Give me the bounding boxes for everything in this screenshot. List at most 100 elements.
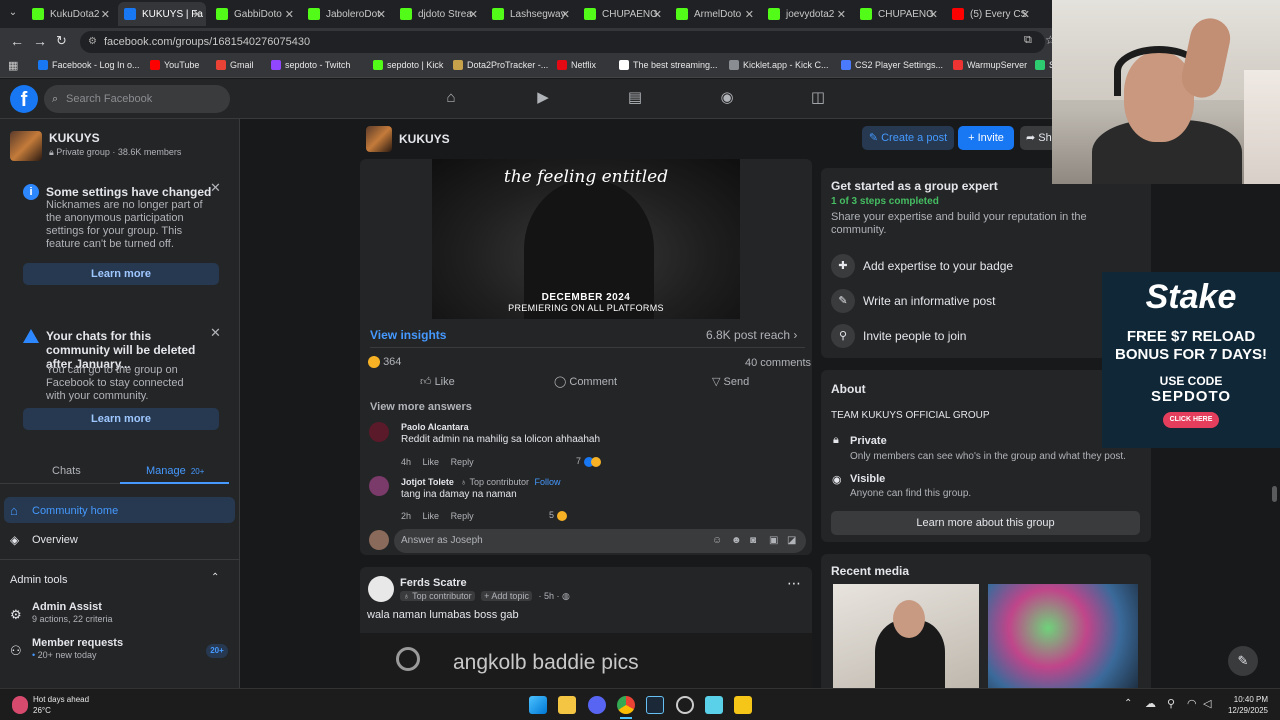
- create-post-button[interactable]: ✎ Create a post: [862, 126, 954, 150]
- bookmark-item[interactable]: Kicklet.app - Kick C...: [729, 60, 829, 70]
- group-avatar[interactable]: [10, 131, 42, 161]
- weather-widget[interactable]: Hot days ahead 26°C: [33, 694, 89, 716]
- browser-tab[interactable]: Lashsegway ✕: [486, 2, 574, 26]
- browser-tab[interactable]: KUKUYS | Fa ✕: [118, 2, 206, 26]
- browser-tab[interactable]: joevydota2 ✕: [762, 2, 850, 26]
- forward-icon[interactable]: →: [33, 33, 47, 49]
- comment-reactions[interactable]: 7: [576, 456, 601, 467]
- bookmark-item[interactable]: YouTube: [150, 60, 199, 70]
- marketplace-nav-icon[interactable]: ▤: [626, 89, 644, 107]
- discord-icon[interactable]: [588, 696, 606, 714]
- sticker-icon[interactable]: ◪: [787, 529, 796, 553]
- tray-app-icon[interactable]: ☁: [1145, 697, 1156, 710]
- emoji-icon[interactable]: ☻: [731, 529, 742, 553]
- answer-input[interactable]: Answer as Joseph ☺ ☻ ◙ ▣ ◪: [394, 529, 806, 553]
- gif-icon[interactable]: ▣: [769, 529, 778, 553]
- view-insights-link[interactable]: View insights: [370, 328, 446, 342]
- tray-overflow-icon[interactable]: ⌃: [1124, 698, 1132, 709]
- group-header-avatar[interactable]: [366, 126, 392, 152]
- file-explorer-icon[interactable]: [558, 696, 576, 714]
- settings-icon[interactable]: [676, 696, 694, 714]
- new-message-button[interactable]: ✎: [1228, 646, 1258, 676]
- media-thumbnail[interactable]: [833, 584, 979, 694]
- action-add-expertise[interactable]: ✚ Add expertise to your badge: [831, 254, 1013, 278]
- tab-close-icon[interactable]: ✕: [745, 8, 754, 21]
- tab-close-icon[interactable]: ✕: [929, 8, 938, 21]
- bookmark-item[interactable]: CS2 Player Settings...: [841, 60, 943, 70]
- groups-nav-icon[interactable]: ◉: [718, 89, 736, 107]
- camera-icon[interactable]: ◙: [750, 529, 756, 553]
- reload-icon[interactable]: ↻: [56, 33, 67, 49]
- browser-tab[interactable]: KukuDota2 ✕: [26, 2, 114, 26]
- group-name[interactable]: KUKUYS: [49, 131, 100, 145]
- comment-like[interactable]: Like: [423, 457, 440, 467]
- learn-more-button[interactable]: Learn more: [23, 263, 219, 285]
- tab-close-icon[interactable]: ✕: [1021, 8, 1030, 21]
- stake-ad-overlay[interactable]: Stake FREE $7 RELOAD BONUS FOR 7 DAYS! U…: [1102, 272, 1280, 448]
- comment-reactions[interactable]: 5: [549, 510, 567, 521]
- page-scrollbar[interactable]: [1272, 486, 1277, 502]
- volume-icon[interactable]: ◁: [1203, 697, 1211, 710]
- browser-tab[interactable]: GabbiDoto ✕: [210, 2, 298, 26]
- avatar[interactable]: [369, 422, 389, 442]
- comments-count[interactable]: 40 comments: [745, 357, 811, 369]
- comment-reply[interactable]: Reply: [451, 511, 474, 521]
- home-nav-icon[interactable]: ⌂: [442, 89, 460, 107]
- tab-chats[interactable]: Chats: [52, 465, 81, 477]
- action-write-post[interactable]: ✎ Write an informative post: [831, 289, 996, 313]
- like-button[interactable]: 👍︎ Like: [420, 375, 455, 388]
- browser-tab[interactable]: JaboleroDot ✕: [302, 2, 390, 26]
- close-icon[interactable]: ✕: [210, 180, 221, 196]
- chrome-icon[interactable]: [617, 696, 635, 714]
- wifi-icon[interactable]: ◠: [1187, 697, 1197, 710]
- close-icon[interactable]: ✕: [210, 325, 221, 341]
- sidebar-item-overview[interactable]: ◈ Overview: [10, 533, 78, 547]
- tab-close-icon[interactable]: ✕: [101, 8, 110, 21]
- post-author[interactable]: Ferds Scatre: [400, 577, 467, 589]
- send-button[interactable]: ▽ Send: [712, 375, 749, 388]
- install-icon[interactable]: ⧉: [1024, 34, 1032, 47]
- avatar-sticker-icon[interactable]: ☺: [712, 529, 722, 553]
- tab-close-icon[interactable]: ✕: [837, 8, 846, 21]
- search-input[interactable]: ⌕ Search Facebook: [44, 85, 230, 113]
- comment-author[interactable]: Paolo Alcantara: [401, 422, 604, 432]
- facebook-logo-icon[interactable]: f: [10, 85, 38, 113]
- ad-click-button[interactable]: CLICK HERE: [1163, 412, 1219, 428]
- bookmark-item[interactable]: Dota2ProTracker -...: [453, 60, 548, 70]
- post-video[interactable]: the feeling entitled DECEMBER 2024 PREMI…: [432, 159, 740, 319]
- chevron-up-icon[interactable]: ⌃: [211, 572, 219, 583]
- tab-close-icon[interactable]: ✕: [561, 8, 570, 21]
- browser-tab[interactable]: djdoto Strea ✕: [394, 2, 482, 26]
- bookmark-item[interactable]: WarmupServer: [953, 60, 1027, 70]
- more-options-icon[interactable]: ⋯: [787, 575, 801, 592]
- start-icon[interactable]: [529, 696, 547, 714]
- weather-icon[interactable]: [12, 696, 28, 714]
- bookmark-item[interactable]: Facebook - Log In o...: [38, 60, 140, 70]
- comment-button[interactable]: ◯ Comment: [554, 375, 617, 388]
- view-more-answers-link[interactable]: View more answers: [370, 401, 472, 413]
- comment-like[interactable]: Like: [423, 511, 440, 521]
- gaming-nav-icon[interactable]: ◫: [809, 89, 827, 107]
- tab-close-icon[interactable]: ✕: [193, 8, 202, 21]
- app-icon[interactable]: [734, 696, 752, 714]
- bookmark-item[interactable]: sepdoto | Kick: [373, 60, 443, 70]
- tab-close-icon[interactable]: ✕: [653, 8, 662, 21]
- follow-link[interactable]: Follow: [535, 477, 561, 487]
- back-icon[interactable]: ←: [10, 33, 24, 49]
- tab-manage[interactable]: Manage 20+: [146, 465, 204, 477]
- group-header-name[interactable]: KUKUYS: [399, 132, 450, 146]
- url-field[interactable]: ⚙ facebook.com/groups/1681540276075430: [80, 31, 1045, 53]
- video-nav-icon[interactable]: ▶: [534, 89, 552, 107]
- comment-author[interactable]: Jotjot Tolete: [401, 477, 454, 487]
- reactions-summary[interactable]: 364: [368, 356, 401, 369]
- tab-close-icon[interactable]: ✕: [285, 8, 294, 21]
- post-reach[interactable]: 6.8K post reach ›: [706, 328, 797, 342]
- comment-reply[interactable]: Reply: [451, 457, 474, 467]
- media-thumbnail[interactable]: [988, 584, 1138, 694]
- browser-tab[interactable]: ArmelDoto ✕: [670, 2, 758, 26]
- bookmark-item[interactable]: Gmail: [216, 60, 254, 70]
- clock[interactable]: 10:40 PM 12/29/2025: [1222, 694, 1268, 716]
- admin-tools-heading[interactable]: Admin tools: [10, 574, 67, 586]
- avatar[interactable]: [369, 476, 389, 496]
- browser-tab[interactable]: CHUPAENG ✕: [854, 2, 942, 26]
